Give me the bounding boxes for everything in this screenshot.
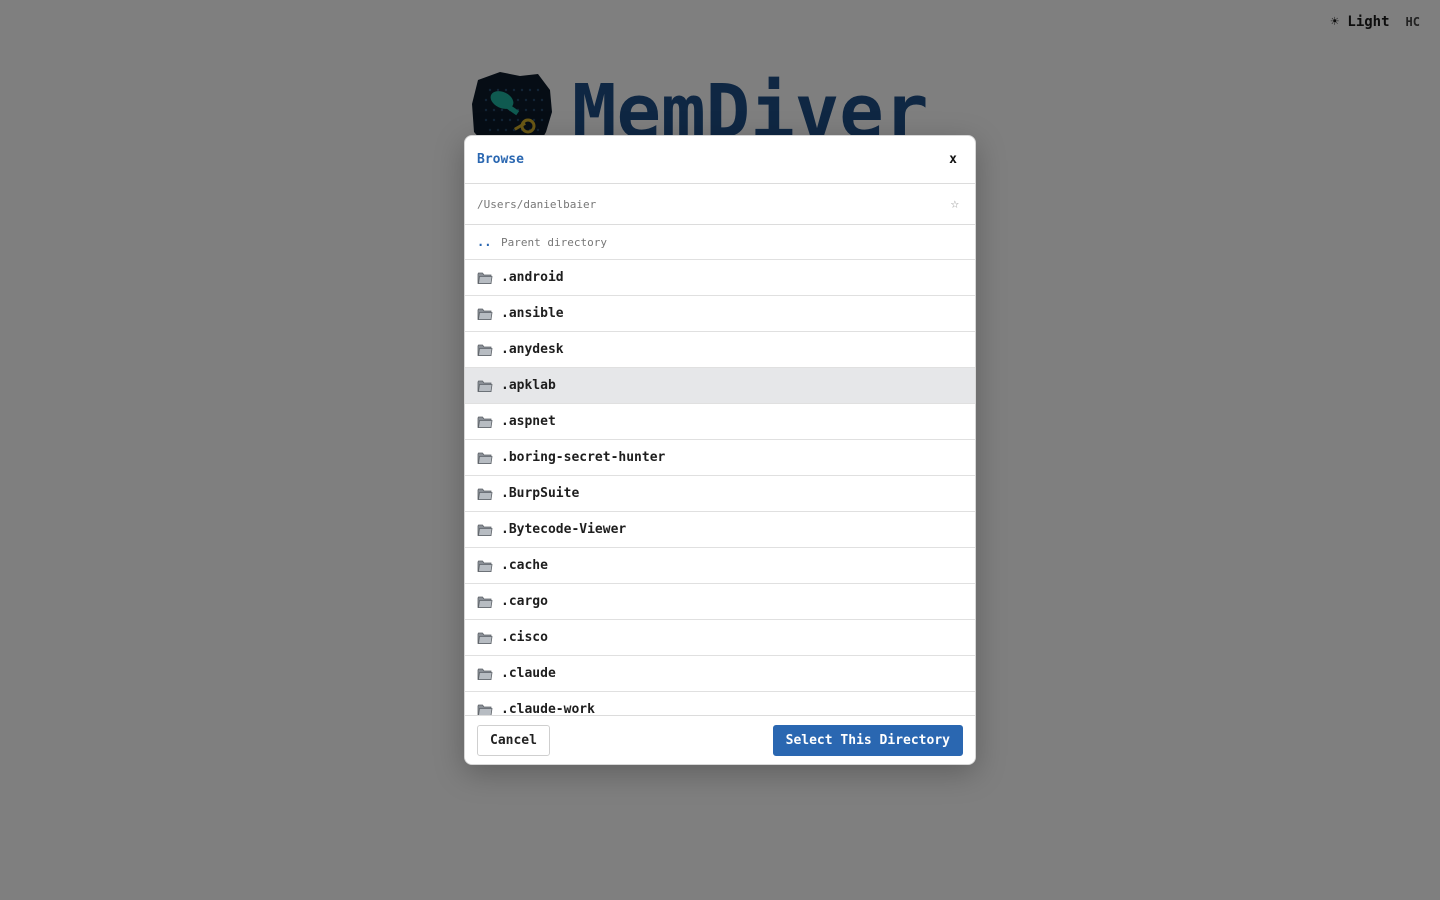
parent-directory-label: Parent directory xyxy=(501,235,607,249)
directory-name: .Bytecode-Viewer xyxy=(501,522,627,537)
parent-directory-row[interactable]: .. Parent directory xyxy=(465,225,975,260)
directory-row[interactable]: .anydesk xyxy=(465,332,975,368)
directory-row[interactable]: .ansible xyxy=(465,296,975,332)
directory-name: .claude-work xyxy=(501,702,595,715)
directory-row[interactable]: .android xyxy=(465,260,975,296)
cancel-button[interactable]: Cancel xyxy=(477,724,550,756)
close-button[interactable]: x xyxy=(943,150,963,169)
directory-name: .cache xyxy=(501,558,548,573)
dialog-header: Browse x xyxy=(465,136,975,184)
dialog-title: Browse xyxy=(477,152,524,167)
star-icon[interactable]: ☆ xyxy=(951,196,963,212)
directory-row[interactable]: .BurpSuite xyxy=(465,476,975,512)
directory-name: .cargo xyxy=(501,594,548,609)
folder-icon xyxy=(477,668,493,680)
directory-name: .android xyxy=(501,270,564,285)
folder-icon xyxy=(477,524,493,536)
directory-name: .anydesk xyxy=(501,342,564,357)
directory-name: .aspnet xyxy=(501,414,556,429)
current-path-row: /Users/danielbaier ☆ xyxy=(465,184,975,225)
directory-row[interactable]: .cisco xyxy=(465,620,975,656)
directory-row[interactable]: .cache xyxy=(465,548,975,584)
directory-row[interactable]: .claude-work xyxy=(465,692,975,715)
select-directory-button[interactable]: Select This Directory xyxy=(772,724,963,756)
directory-name: .ansible xyxy=(501,306,564,321)
directory-row[interactable]: .boring-secret-hunter xyxy=(465,440,975,476)
dialog-footer: Cancel Select This Directory xyxy=(465,715,975,764)
parent-dots-icon: .. xyxy=(477,235,492,249)
directory-row[interactable]: .Bytecode-Viewer xyxy=(465,512,975,548)
directory-name: .BurpSuite xyxy=(501,486,580,501)
folder-icon xyxy=(477,560,493,572)
folder-icon xyxy=(477,704,493,715)
current-path: /Users/danielbaier xyxy=(477,197,597,211)
directory-row[interactable]: .cargo xyxy=(465,584,975,620)
folder-icon xyxy=(477,452,493,464)
directory-name: .claude xyxy=(501,666,556,681)
directory-name: .boring-secret-hunter xyxy=(501,450,666,465)
folder-icon xyxy=(477,344,493,356)
folder-icon xyxy=(477,308,493,320)
folder-icon xyxy=(477,488,493,500)
directory-row[interactable]: .aspnet xyxy=(465,404,975,440)
folder-icon xyxy=(477,596,493,608)
folder-icon xyxy=(477,416,493,428)
directory-row[interactable]: .claude xyxy=(465,656,975,692)
directory-name: .apklab xyxy=(501,378,556,393)
directory-name: .cisco xyxy=(501,630,548,645)
browse-dialog: Browse x /Users/danielbaier ☆ .. Parent … xyxy=(464,135,976,765)
folder-icon xyxy=(477,380,493,392)
folder-icon xyxy=(477,272,493,284)
folder-icon xyxy=(477,632,493,644)
directory-row[interactable]: .apklab xyxy=(465,368,975,404)
directory-list[interactable]: .. Parent directory .android .ansible .any… xyxy=(465,225,975,715)
